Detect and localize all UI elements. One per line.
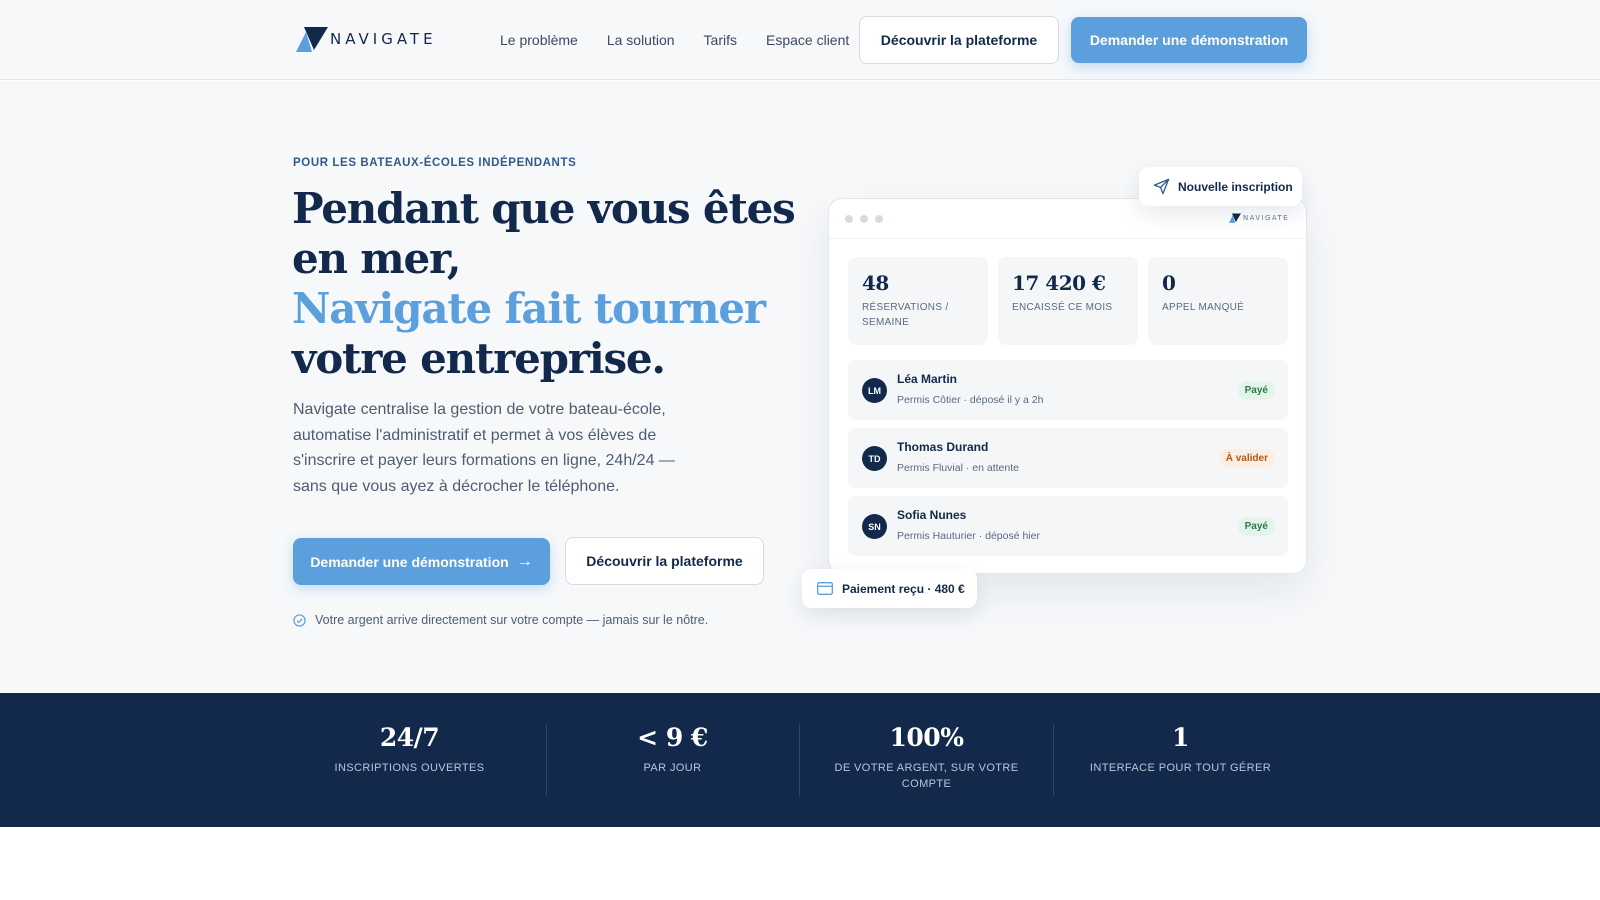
headline-line-2: en mer, [292,234,462,283]
hero-eyebrow: POUR LES BATEAUX-ÉCOLES INDÉPENDANTS [293,157,577,169]
hero-request-demo-label: Demander une démonstration [310,553,509,570]
headline-line-1: Pendant que vous êtes [292,184,796,233]
headline-accent: Navigate fait tourner [292,284,766,333]
status-badge: Payé [1237,381,1275,400]
stat-card: 0 APPEL MANQUÉ [1148,257,1288,345]
navigate-logo-icon [1229,213,1241,223]
registration-list: LM Léa Martin Permis Côtier · déposé il … [848,360,1288,564]
payment-received-text: Paiement reçu · 480 € [842,581,965,596]
reassurance-text: Votre argent arrive directement sur votr… [315,613,709,627]
stats-band: 24/7 INSCRIPTIONS OUVERTES < 9 € PAR JOU… [0,693,1600,827]
dashboard-mockup: NAVIGATE 48 RÉSERVATIONS / SEMAINE 17 42… [828,198,1307,574]
mockup-brand-name: NAVIGATE [1243,214,1289,222]
band-stat-label: INTERFACE POUR TOUT GÉRER [1089,762,1272,774]
hero-discover-platform-button[interactable]: Découvrir la plateforme [565,537,764,585]
list-item: TD Thomas Durand Permis Fluvial · en att… [848,428,1288,488]
send-icon [1153,178,1170,195]
band-stat-value: 1 [1172,723,1189,752]
band-stat-value: 24/7 [379,723,440,752]
nav-link-tarifs[interactable]: Tarifs [704,32,737,48]
stat-label: APPEL MANQUÉ [1162,302,1245,313]
nav-link-probleme[interactable]: Le problème [500,32,578,48]
band-stat: < 9 € PAR JOUR [546,723,799,776]
band-stat-label: PAR JOUR [643,762,702,774]
check-circle-icon [293,613,306,627]
band-stat-value: 100% [889,723,964,752]
payment-received-toast: Paiement reçu · 480 € [802,569,977,608]
credit-card-icon [817,582,833,595]
stat-card: 17 420 € ENCAISSÉ CE MOIS [998,257,1138,345]
main-nav: Le problème La solution Tarifs Espace cl… [500,32,878,48]
brand-logo[interactable]: NAVIGATE [296,26,437,52]
nav-link-espace-client[interactable]: Espace client [766,32,849,48]
list-item: LM Léa Martin Permis Côtier · déposé il … [848,360,1288,420]
list-item: SN Sofia Nunes Permis Hauturier · déposé… [848,496,1288,556]
registration-detail: Permis Fluvial · en attente [897,462,1019,474]
stat-value: 48 [862,271,889,295]
navigate-logo-icon [296,27,328,52]
band-stat: 24/7 INSCRIPTIONS OUVERTES [283,723,536,776]
brand-name: NAVIGATE [330,30,437,48]
new-registration-toast: Nouvelle inscription [1139,167,1302,206]
registration-detail: Permis Côtier · déposé il y a 2h [897,394,1044,406]
band-stat: 100% DE VOTRE ARGENT, SUR VOTRE COMPTE [800,723,1053,792]
stat-card: 48 RÉSERVATIONS / SEMAINE [848,257,988,345]
band-stat-label: INSCRIPTIONS OUVERTES [334,762,485,774]
reassurance-note: Votre argent arrive directement sur votr… [293,613,708,627]
hero-headline: Pendant que vous êtes en mer, Navigate f… [292,184,796,384]
window-dots [845,215,883,223]
request-demo-button[interactable]: Demander une démonstration [1071,17,1307,63]
mockup-stats: 48 RÉSERVATIONS / SEMAINE 17 420 € ENCAI… [848,257,1288,345]
registration-detail: Permis Hauturier · déposé hier [897,530,1040,542]
site-header: NAVIGATE Le problème La solution Tarifs … [0,0,1600,80]
stat-value: 17 420 € [1012,271,1106,295]
mockup-brand: NAVIGATE [1229,213,1289,223]
student-name: Thomas Durand [897,440,989,454]
hero-section: POUR LES BATEAUX-ÉCOLES INDÉPENDANTS Pen… [0,81,1600,693]
new-registration-text: Nouvelle inscription [1178,179,1293,194]
nav-link-solution[interactable]: La solution [607,32,675,48]
headline-line-4: votre entreprise. [292,334,666,383]
band-stat-label: DE VOTRE ARGENT, SUR VOTRE COMPTE [834,762,1019,790]
stat-label: ENCAISSÉ CE MOIS [1012,302,1113,313]
avatar: LM [862,378,887,403]
student-name: Léa Martin [897,372,958,386]
avatar: TD [862,446,887,471]
status-badge: Payé [1237,517,1275,536]
band-stat-value: < 9 € [637,723,708,752]
band-stat: 1 INTERFACE POUR TOUT GÉRER [1054,723,1307,776]
hero-request-demo-button[interactable]: Demander une démonstration → [293,538,550,585]
avatar: SN [862,514,887,539]
student-name: Sofia Nunes [897,508,967,522]
stat-value: 0 [1162,271,1176,295]
hero-lead-paragraph: Navigate centralise la gestion de votre … [293,401,675,495]
discover-platform-button[interactable]: Découvrir la plateforme [859,16,1059,64]
status-badge: À valider [1218,449,1275,468]
arrow-right-icon: → [516,552,533,570]
stat-label: RÉSERVATIONS / SEMAINE [862,302,949,328]
